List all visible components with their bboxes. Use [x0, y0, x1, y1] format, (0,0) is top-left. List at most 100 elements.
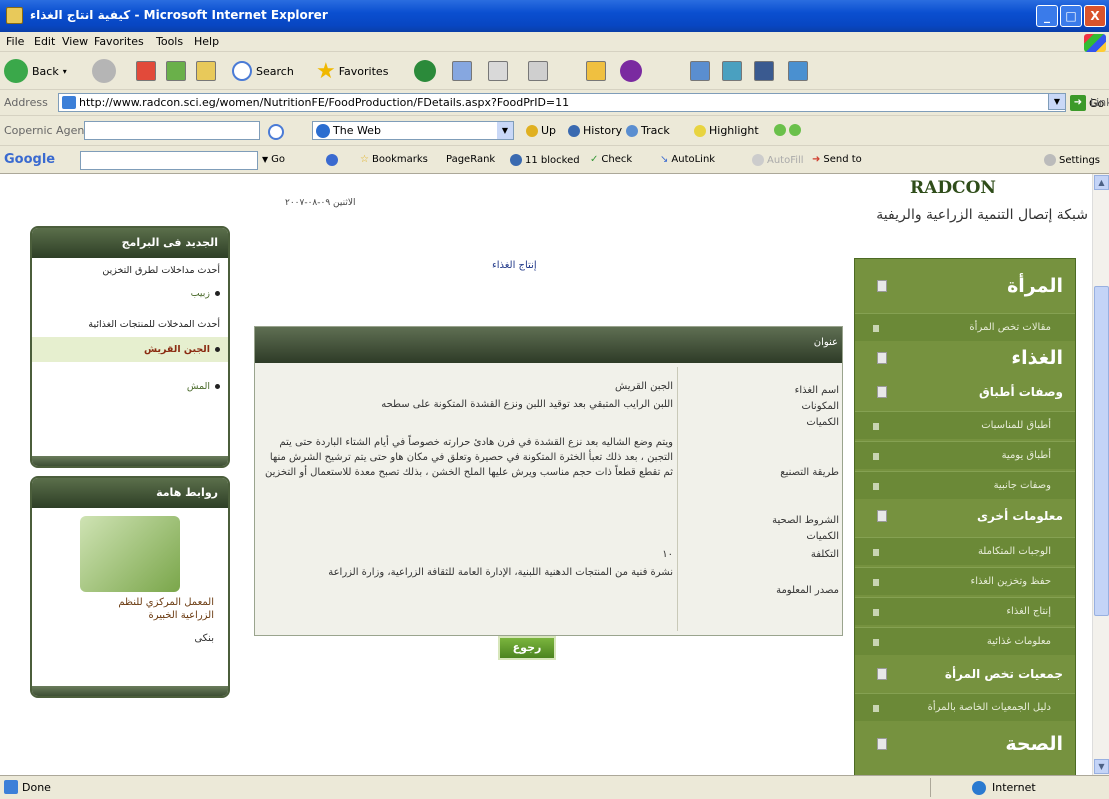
nav-item[interactable]: دليل الجمعيات الخاصة بالمرأة: [855, 693, 1075, 721]
menu-favorites[interactable]: Favorites: [94, 35, 144, 48]
nav-section-woman[interactable]: المرأة: [855, 271, 1075, 301]
history-toolbar-button[interactable]: History: [568, 124, 622, 137]
tool-icon-2: [722, 61, 742, 81]
bullet-icon: [873, 579, 879, 586]
center-logo-image[interactable]: [80, 516, 180, 592]
news-item-selected[interactable]: الجبن القريش: [32, 337, 228, 362]
copernic-search-input[interactable]: [84, 121, 260, 140]
back-page-button[interactable]: رجوع: [498, 636, 556, 660]
nav-item[interactable]: حفظ وتخزين الغذاء: [855, 567, 1075, 595]
pagerank-button[interactable]: PageRank: [446, 154, 495, 165]
search-button[interactable]: Search: [232, 58, 294, 84]
link-item[interactable]: المعمل المركزي للنظم الزراعية الخبيرة: [32, 592, 228, 622]
tool-button-4[interactable]: [788, 58, 808, 84]
section-icon: [877, 668, 887, 680]
folder-button[interactable]: [586, 58, 606, 84]
detail-label: طريقة التصنيع: [780, 467, 839, 478]
google-go-button[interactable]: ▼ Go: [262, 154, 285, 165]
nav-item[interactable]: إنتاج الغذاء: [855, 597, 1075, 625]
autolink-button[interactable]: ↘ AutoLink: [660, 154, 715, 165]
pagerank-label: PageRank: [446, 154, 496, 165]
product-link[interactable]: إنتاج الغذاء: [492, 260, 537, 271]
copernic-nav-buttons[interactable]: [774, 124, 801, 136]
spellcheck-button[interactable]: ✓ Check: [590, 154, 632, 165]
refresh-button[interactable]: [166, 58, 186, 84]
autofill-label: AutoFill: [767, 154, 804, 166]
address-dropdown-icon[interactable]: ▼: [1048, 93, 1066, 110]
highlight-label: Highlight: [709, 124, 759, 137]
history-button[interactable]: [452, 58, 472, 84]
ie-window-icon[interactable]: [6, 7, 23, 24]
tool-button-2[interactable]: [722, 58, 742, 84]
right-navigation: المرأة مقالات تخص المرأة الغذاء وصفات أط…: [854, 258, 1076, 775]
section-icon: [877, 510, 887, 522]
tool-button-1[interactable]: [690, 58, 710, 84]
address-input[interactable]: http://www.radcon.sci.eg/women/Nutrition…: [58, 93, 1066, 112]
stop-button[interactable]: [136, 58, 156, 84]
nav-item[interactable]: وصفات جانبية: [855, 471, 1075, 499]
nav-subsection-other[interactable]: معلومات أخرى: [855, 501, 1075, 531]
favorites-button[interactable]: ★ Favorites: [316, 58, 388, 84]
detail-value: الجبن القريش: [614, 381, 673, 392]
nav-section-food[interactable]: الغذاء: [855, 343, 1075, 373]
nav-section-health[interactable]: الصحة: [855, 729, 1075, 759]
check-label: Check: [601, 154, 633, 165]
menu-edit[interactable]: Edit: [34, 35, 55, 48]
nav-item[interactable]: مقالات تخص المرأة: [855, 313, 1075, 341]
menu-help[interactable]: Help: [194, 35, 219, 48]
track-label: Track: [641, 124, 670, 137]
news-box: الجديد فى البرامج أحدث مداخلات لطرق التخ…: [30, 226, 230, 468]
copernic-engine-select[interactable]: The Web ▼: [312, 121, 514, 140]
windows-logo-icon: [1084, 34, 1106, 52]
settings-button[interactable]: Settings: [1044, 154, 1100, 166]
folder-icon: [586, 61, 606, 81]
back-arrow-icon: [4, 59, 28, 83]
copernic-search-button[interactable]: [268, 124, 284, 140]
messenger-button[interactable]: [620, 58, 642, 84]
back-button[interactable]: Back ▾: [4, 58, 67, 84]
menu-tools[interactable]: Tools: [156, 35, 183, 48]
up-button[interactable]: Up: [526, 124, 556, 137]
site-logo-text[interactable]: RADCON: [910, 178, 996, 198]
media-button[interactable]: [414, 58, 436, 84]
nav-subsection-assoc[interactable]: جمعيات تخص المرأة: [855, 659, 1075, 689]
popup-blocker-button[interactable]: 11 blocked: [510, 154, 580, 166]
nav-item[interactable]: معلومات غذائية: [855, 627, 1075, 655]
bookmarks-button[interactable]: ☆ Bookmarks: [360, 154, 428, 165]
nav-item[interactable]: أطباق يومية: [855, 441, 1075, 469]
news-item[interactable]: المش: [32, 362, 228, 393]
nav-subsection-dishes[interactable]: وصفات أطباق: [855, 377, 1075, 407]
google-pagerank-button[interactable]: [326, 154, 338, 166]
sendto-button[interactable]: ➜ Send to: [812, 154, 862, 165]
link-item[interactable]: بنكى: [32, 622, 228, 645]
scroll-up-icon[interactable]: ▲: [1094, 175, 1109, 190]
home-button[interactable]: [196, 58, 216, 84]
minimize-button[interactable]: _: [1036, 5, 1058, 27]
window-titlebar[interactable]: كيفية انتاج الغذاء - Microsoft Internet …: [0, 0, 1109, 32]
menu-file[interactable]: File: [6, 35, 24, 48]
page-icon: [62, 96, 76, 109]
messenger-icon: [620, 60, 642, 82]
forward-arrow-icon: [92, 59, 116, 83]
forward-button[interactable]: [92, 58, 116, 84]
globe-icon: [316, 124, 330, 138]
close-button[interactable]: X: [1084, 5, 1106, 27]
track-button[interactable]: Track: [626, 124, 670, 137]
highlight-button[interactable]: Highlight: [694, 124, 759, 137]
tool-button-3[interactable]: [754, 58, 774, 84]
vertical-scrollbar[interactable]: ▲ ▼: [1092, 174, 1109, 775]
nav-item[interactable]: أطباق للمناسبات: [855, 411, 1075, 439]
menu-view[interactable]: View: [62, 35, 88, 48]
news-item[interactable]: زبيب: [32, 277, 228, 300]
google-logo[interactable]: Google: [4, 152, 55, 167]
print-button[interactable]: [528, 58, 548, 84]
links-label[interactable]: Links: [1090, 96, 1109, 109]
highlight-icon: [694, 124, 706, 137]
scroll-down-icon[interactable]: ▼: [1094, 759, 1109, 774]
mail-button[interactable]: [488, 58, 508, 84]
nav-item[interactable]: الوجبات المتكاملة: [855, 537, 1075, 565]
google-search-input[interactable]: [80, 151, 258, 170]
autofill-button[interactable]: AutoFill: [752, 154, 804, 166]
maximize-button[interactable]: □: [1060, 5, 1082, 27]
scroll-thumb[interactable]: [1094, 286, 1109, 616]
